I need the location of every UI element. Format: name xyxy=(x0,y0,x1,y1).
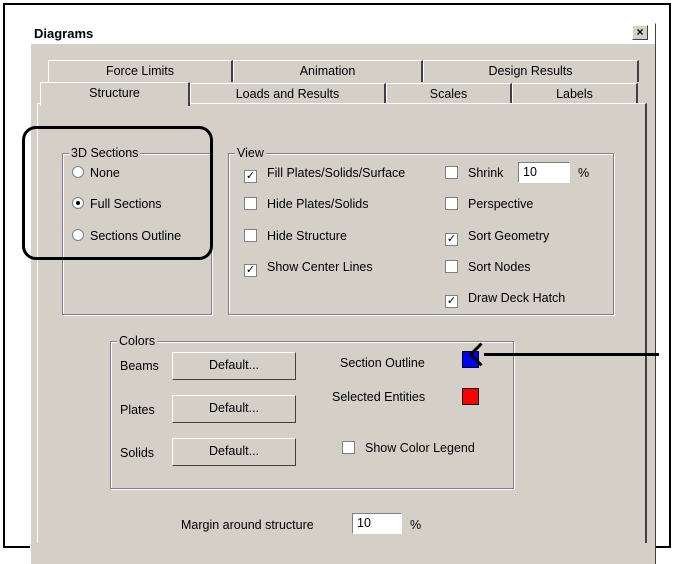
checkbox-draw-deck-hatch[interactable]: ✓ Draw Deck Hatch xyxy=(445,291,565,308)
tab-loads-and-results[interactable]: Loads and Results xyxy=(190,83,386,105)
beams-label: Beams xyxy=(120,359,159,373)
tab-structure[interactable]: Structure xyxy=(40,82,190,106)
selected-entities-swatch[interactable] xyxy=(462,388,479,405)
annotation-arrow-line xyxy=(484,353,659,356)
checkbox-show-color-legend[interactable]: Show Color Legend xyxy=(342,441,475,455)
checkbox-checked[interactable]: ✓ xyxy=(445,233,458,246)
checkbox[interactable] xyxy=(445,197,458,210)
colors-title: Colors xyxy=(117,334,158,348)
colors-group: Colors xyxy=(110,334,514,489)
checkbox[interactable] xyxy=(445,166,458,179)
tab-scales[interactable]: Scales xyxy=(386,83,512,105)
checkbox-checked[interactable]: ✓ xyxy=(445,295,458,308)
checkbox-perspective[interactable]: Perspective xyxy=(445,197,533,211)
margin-input[interactable]: 10 xyxy=(352,513,402,534)
checkbox-checked[interactable]: ✓ xyxy=(244,170,257,183)
solids-label: Solids xyxy=(120,446,155,460)
checkbox[interactable] xyxy=(342,441,355,454)
checkbox-hide-plates[interactable]: Hide Plates/Solids xyxy=(244,197,368,211)
close-icon: × xyxy=(636,25,644,39)
close-button[interactable]: × xyxy=(632,25,648,40)
tab-force-limits[interactable]: Force Limits xyxy=(48,60,233,82)
checkbox[interactable] xyxy=(244,197,257,210)
dialog-title: Diagrams xyxy=(34,26,94,41)
checkbox[interactable] xyxy=(445,260,458,273)
title-bar: Diagrams × xyxy=(31,24,655,44)
checkbox-hide-structure[interactable]: Hide Structure xyxy=(244,229,347,243)
shrink-unit: % xyxy=(578,166,590,180)
margin-label: Margin around structure xyxy=(181,518,314,532)
tab-labels[interactable]: Labels xyxy=(512,83,638,105)
solids-default-button[interactable]: Default... xyxy=(172,438,296,466)
checkbox-show-center-lines[interactable]: ✓ Show Center Lines xyxy=(244,260,373,277)
view-title: View xyxy=(235,146,266,160)
checkbox-checked[interactable]: ✓ xyxy=(244,264,257,277)
highlight-callout-box xyxy=(22,126,213,260)
margin-unit: % xyxy=(410,518,422,532)
checkbox-sort-nodes[interactable]: Sort Nodes xyxy=(445,260,531,274)
beams-default-button[interactable]: Default... xyxy=(172,352,296,380)
tab-design-results[interactable]: Design Results xyxy=(423,60,639,82)
plates-default-button[interactable]: Default... xyxy=(172,395,296,423)
selected-entities-label: Selected Entities xyxy=(332,390,426,404)
checkbox[interactable] xyxy=(244,229,257,242)
section-outline-label: Section Outline xyxy=(340,356,425,370)
shrink-input[interactable]: 10 xyxy=(518,162,570,183)
checkbox-shrink[interactable]: Shrink xyxy=(445,166,503,180)
checkbox-sort-geometry[interactable]: ✓ Sort Geometry xyxy=(445,229,549,246)
tab-animation[interactable]: Animation xyxy=(233,60,423,82)
checkbox-fill-plates[interactable]: ✓ Fill Plates/Solids/Surface xyxy=(244,166,405,183)
plates-label: Plates xyxy=(120,403,155,417)
